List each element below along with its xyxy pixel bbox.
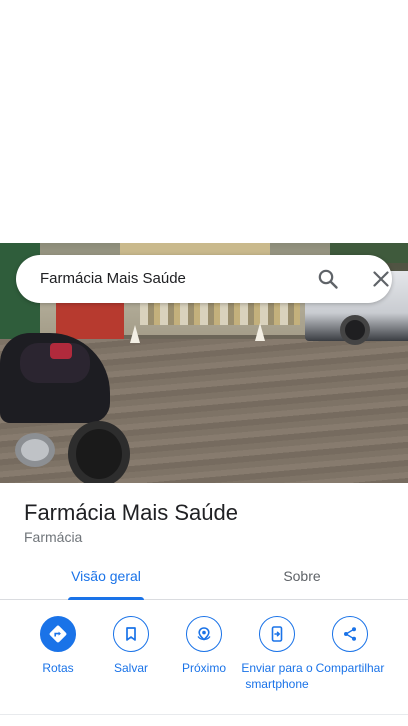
send-to-phone-icon [259, 616, 295, 652]
place-category[interactable]: Farmácia [24, 529, 82, 545]
tab-bar: Visão geral Sobre [0, 558, 408, 600]
directions-button[interactable]: Rotas [21, 614, 95, 676]
send-to-phone-label: Enviar para o smartphone [241, 661, 313, 691]
divider [0, 714, 408, 715]
send-to-phone-button[interactable]: Enviar para o smartphone [240, 614, 314, 692]
share-icon [332, 616, 368, 652]
save-label: Salvar [113, 661, 148, 675]
directions-label: Rotas [42, 661, 74, 675]
tab-about[interactable]: Sobre [262, 558, 342, 600]
nearby-icon [186, 616, 222, 652]
share-button[interactable]: Compartilhar [313, 614, 387, 676]
action-row: Rotas Salvar Próximo Enviar para o smart… [0, 614, 408, 714]
map-blank-area [0, 0, 408, 243]
share-label: Compartilhar [315, 661, 385, 675]
tab-about-label: Sobre [283, 568, 321, 584]
bookmark-icon [113, 616, 149, 652]
search-input[interactable]: Farmácia Mais Saúde [40, 255, 186, 303]
save-button[interactable]: Salvar [94, 614, 168, 676]
search-bar[interactable]: Farmácia Mais Saúde [16, 255, 392, 303]
nearby-button[interactable]: Próximo [167, 614, 241, 676]
tab-overview[interactable]: Visão geral [60, 558, 152, 600]
search-icon[interactable] [316, 267, 340, 291]
close-icon[interactable] [369, 267, 393, 291]
tab-overview-label: Visão geral [71, 568, 141, 584]
active-tab-indicator [68, 597, 144, 600]
directions-icon [40, 616, 76, 652]
place-title: Farmácia Mais Saúde [24, 500, 238, 525]
nearby-label: Próximo [181, 661, 226, 675]
